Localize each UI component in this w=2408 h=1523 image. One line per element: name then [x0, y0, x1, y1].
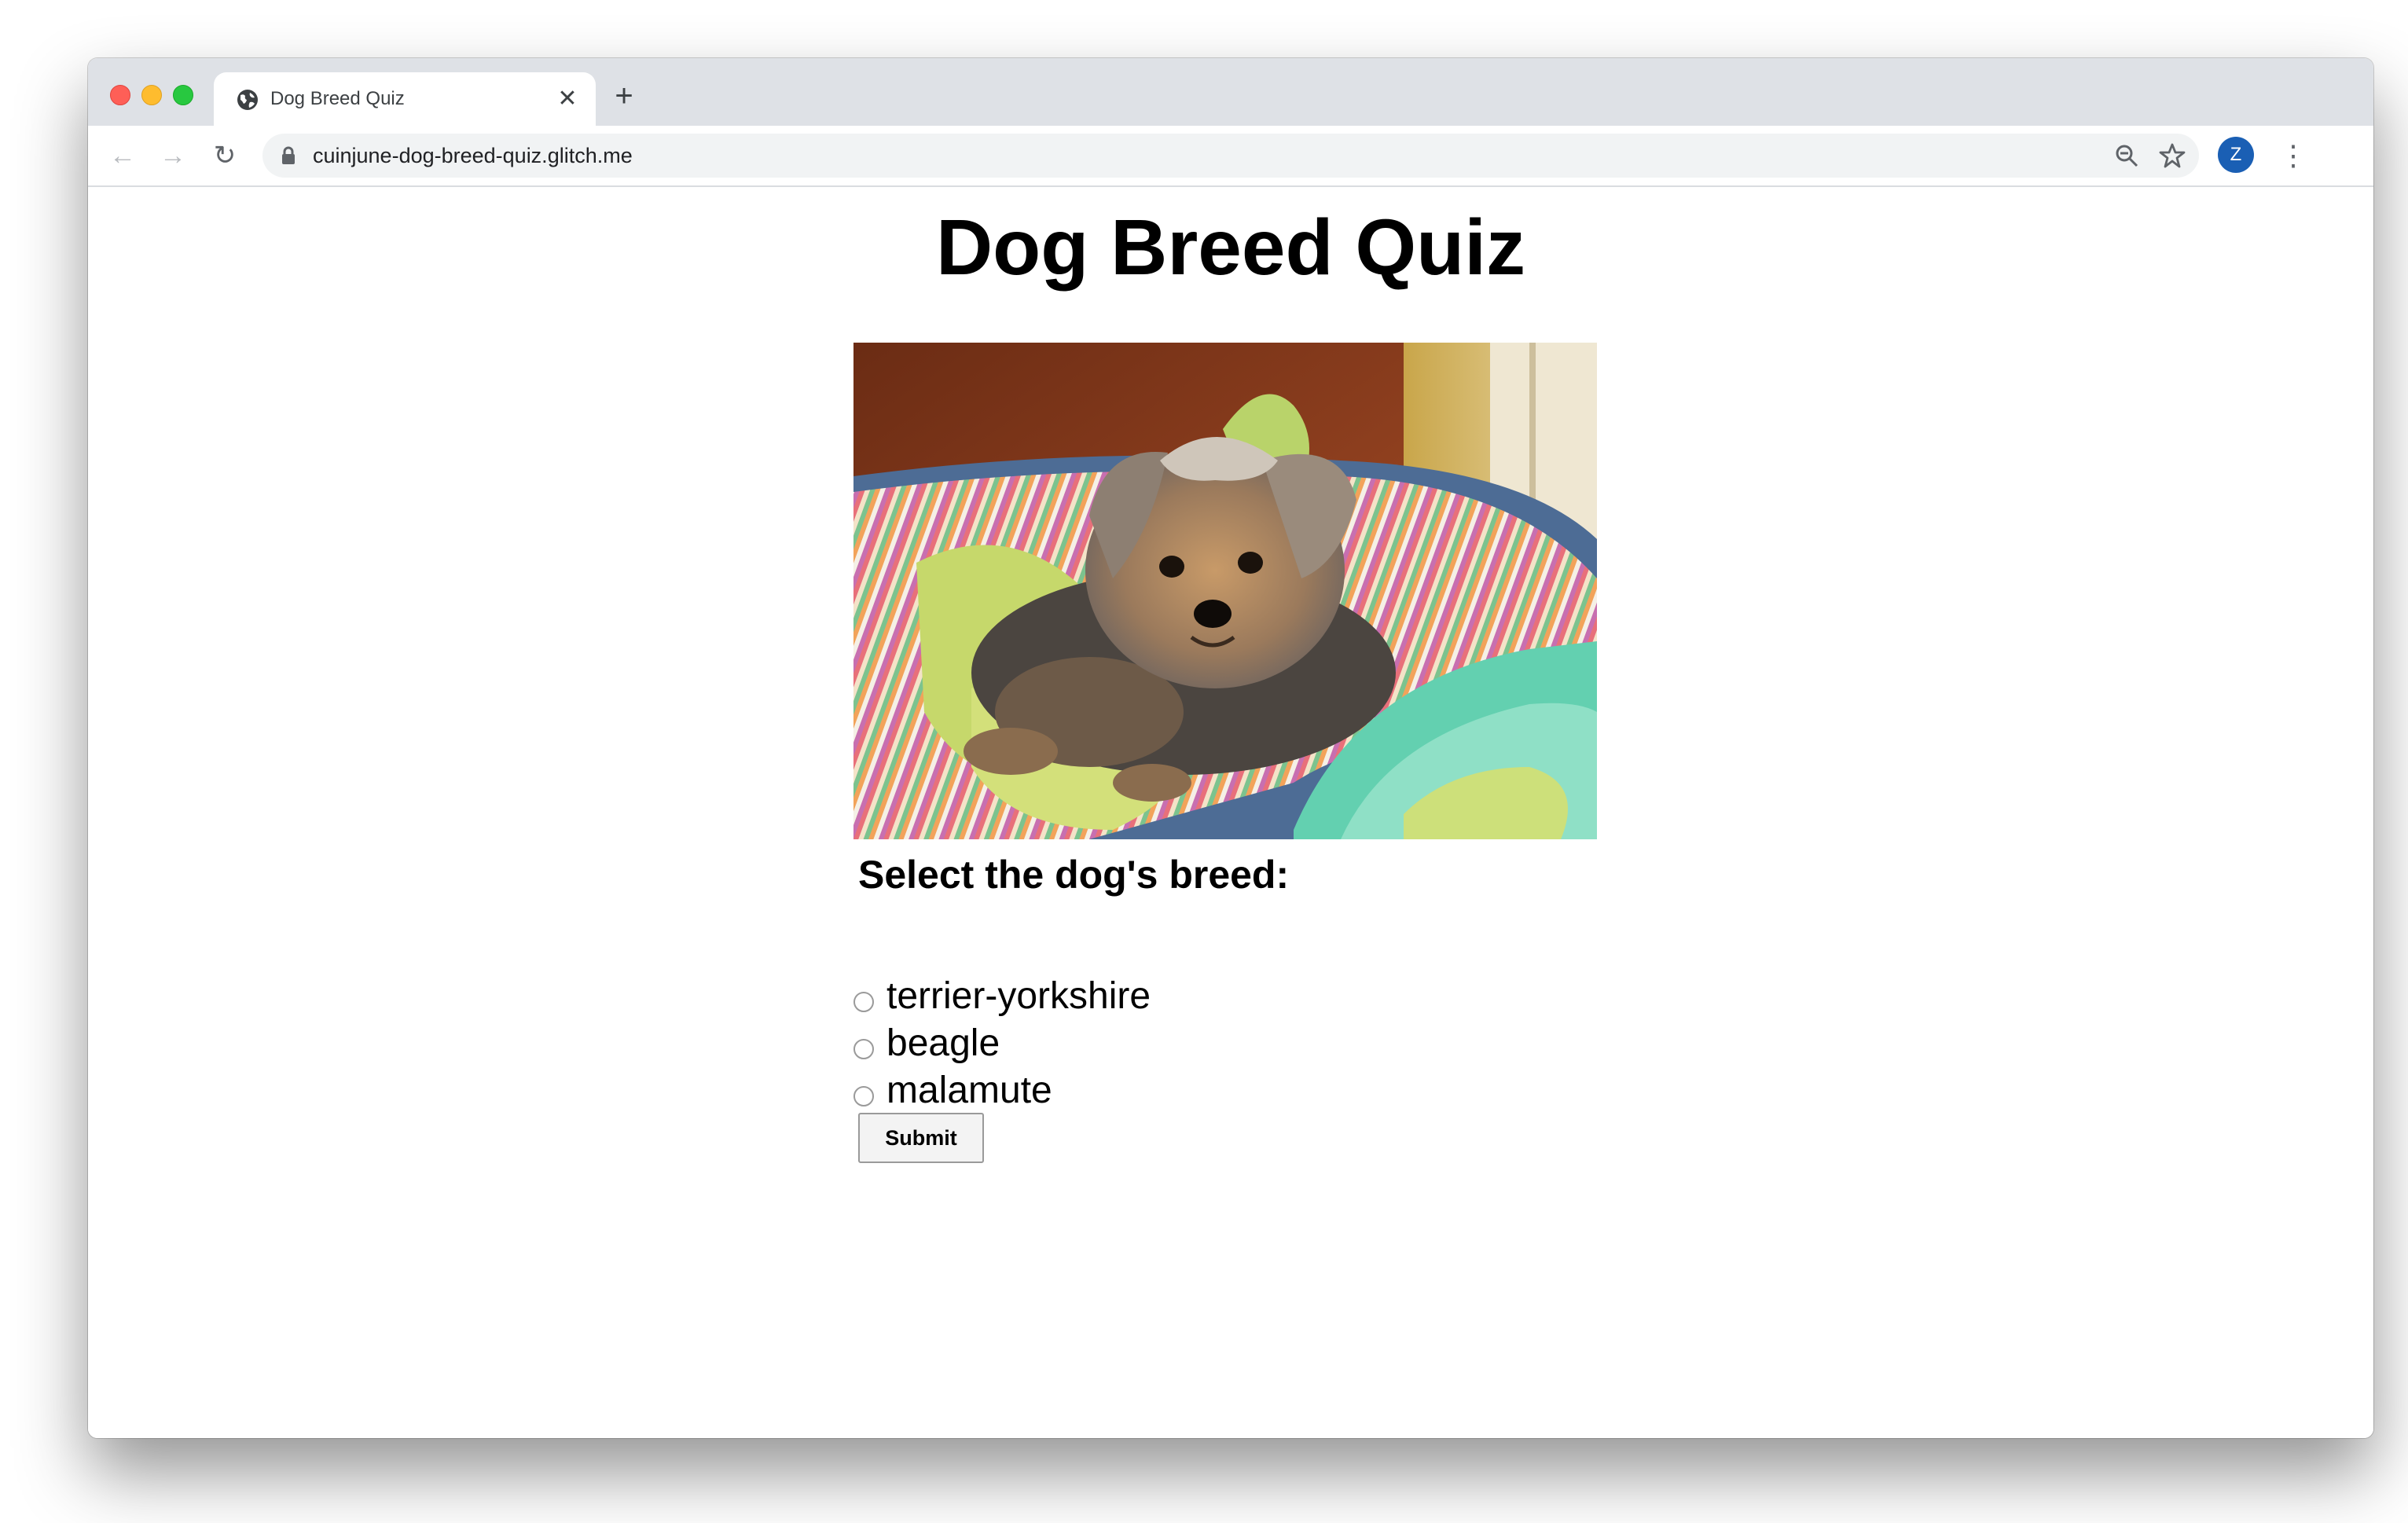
more-menu-icon[interactable]: ⋮ [2279, 137, 2307, 174]
new-tab-button[interactable]: + [607, 79, 641, 113]
radio-button[interactable] [853, 1039, 874, 1059]
option-label[interactable]: malamute [886, 1069, 1052, 1112]
address-bar[interactable]: cuinjune-dog-breed-quiz.glitch.me [262, 134, 2199, 178]
browser-tab[interactable]: Dog Breed Quiz ✕ [214, 72, 596, 126]
reload-button[interactable]: ↻ [206, 137, 244, 174]
window-close-button[interactable] [110, 85, 130, 105]
window-maximize-button[interactable] [173, 85, 193, 105]
star-icon[interactable] [2158, 141, 2186, 170]
globe-icon [237, 90, 258, 110]
forward-button[interactable]: → [154, 137, 192, 174]
profile-avatar[interactable]: Z [2218, 137, 2254, 173]
url-text[interactable]: cuinjune-dog-breed-quiz.glitch.me [313, 144, 633, 168]
zoom-icon[interactable] [2114, 143, 2139, 168]
close-icon[interactable]: ✕ [553, 85, 582, 113]
browser-toolbar: ← → ↻ cuinjune-dog-breed-quiz.glitch.me … [88, 126, 2373, 187]
radio-button[interactable] [853, 1086, 874, 1106]
page-title: Dog Breed Quiz [935, 204, 1526, 292]
submit-button[interactable]: Submit [858, 1113, 984, 1163]
tab-title: Dog Breed Quiz [270, 88, 405, 109]
lock-icon[interactable] [280, 146, 297, 165]
radio-button[interactable] [853, 992, 874, 1012]
page-content: Dog Breed Quiz Select the dog's breed: t… [88, 187, 2373, 1438]
dog-photo [853, 343, 1597, 839]
option-label[interactable]: terrier-yorkshire [886, 974, 1151, 1018]
back-button[interactable]: ← [104, 137, 141, 174]
window-minimize-button[interactable] [141, 85, 162, 105]
tab-strip: Dog Breed Quiz ✕ + [88, 58, 2373, 126]
question-label: Select the dog's breed: [858, 853, 1290, 897]
option-label[interactable]: beagle [886, 1022, 1000, 1065]
browser-window: Dog Breed Quiz ✕ + ← → ↻ cuinjune-dog-br… [88, 58, 2373, 1438]
